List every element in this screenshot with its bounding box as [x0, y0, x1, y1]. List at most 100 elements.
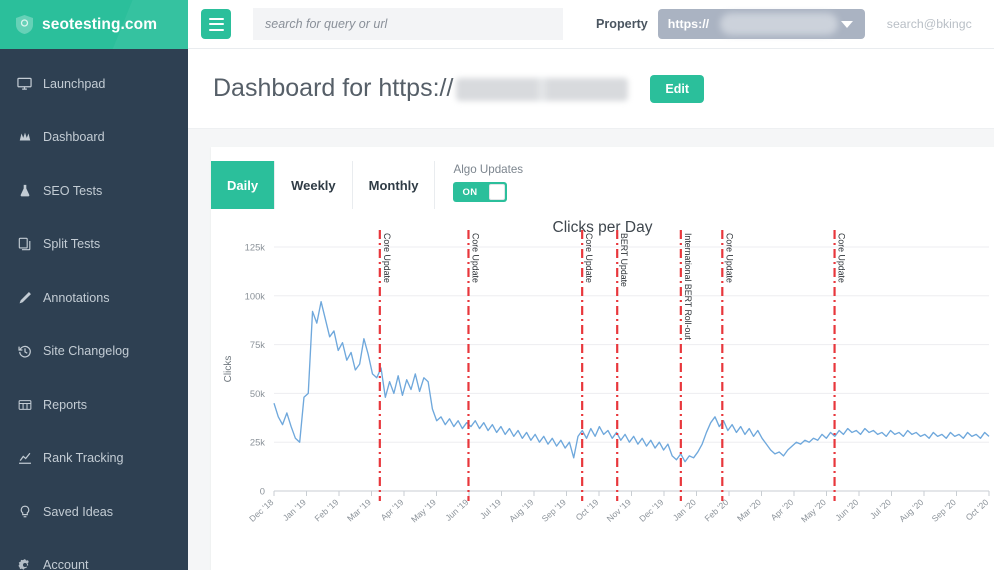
- svg-text:125k: 125k: [245, 242, 266, 253]
- pencil-icon: [17, 290, 32, 305]
- clicks-chart-card: Daily Weekly Monthly Algo Updates ON Cli…: [211, 147, 994, 570]
- svg-text:Core Update: Core Update: [584, 233, 594, 283]
- history-icon: [17, 344, 32, 359]
- svg-text:Jun '19: Jun '19: [443, 497, 470, 523]
- brand-name: seotesting.com: [42, 15, 158, 33]
- svg-text:May '20: May '20: [799, 497, 828, 525]
- sidebar-item-seo-tests[interactable]: SEO Tests: [0, 164, 188, 218]
- algo-updates-toggle[interactable]: ON: [453, 182, 508, 202]
- svg-text:Feb '20: Feb '20: [703, 497, 731, 524]
- svg-text:Aug '19: Aug '19: [507, 497, 535, 524]
- tab-monthly[interactable]: Monthly: [352, 161, 436, 209]
- sidebar-item-label: Dashboard: [43, 130, 105, 145]
- main-content: Daily Weekly Monthly Algo Updates ON Cli…: [188, 129, 994, 570]
- user-email[interactable]: search@bkingc: [887, 17, 972, 31]
- topbar: Property https:// search@bkingc: [188, 0, 994, 49]
- sidebar-item-label: SEO Tests: [43, 183, 103, 198]
- svg-text:Nov '19: Nov '19: [605, 497, 633, 524]
- sidebar-item-account[interactable]: Account: [0, 539, 188, 570]
- sidebar-item-label: Annotations: [43, 290, 110, 305]
- page-title-redacted-blur: [456, 77, 629, 101]
- sidebar-item-saved-ideas[interactable]: Saved Ideas: [0, 485, 188, 539]
- svg-text:May '19: May '19: [409, 497, 438, 525]
- page-header: Dashboard for https:// Edit: [188, 49, 994, 129]
- svg-text:Jul '19: Jul '19: [478, 497, 503, 521]
- app-root: seotesting.com Launchpad Dashboard SEO T…: [0, 0, 994, 570]
- svg-text:Aug '20: Aug '20: [897, 497, 925, 524]
- tab-daily[interactable]: Daily: [211, 161, 276, 209]
- svg-text:Core Update: Core Update: [724, 233, 734, 283]
- clicks-per-day-chart: 025k50k75k100k125kClicksDec '18 Jan '19 Fe…: [223, 230, 991, 525]
- edit-button[interactable]: Edit: [650, 74, 705, 103]
- sidebar-item-dashboard[interactable]: Dashboard: [0, 111, 188, 165]
- sidebar-item-launchpad[interactable]: Launchpad: [0, 57, 188, 111]
- sidebar-item-label: Site Changelog: [43, 344, 130, 359]
- sidebar-item-label: Reports: [43, 397, 88, 412]
- sidebar-item-rank-tracking[interactable]: Rank Tracking: [0, 432, 188, 486]
- sidebar-item-label: Rank Tracking: [43, 451, 124, 466]
- svg-text:Jan '20: Jan '20: [671, 497, 698, 523]
- svg-text:BERT Update: BERT Update: [619, 233, 629, 287]
- property-redacted-blur: [719, 13, 838, 35]
- copy-icon: [17, 237, 32, 252]
- svg-text:Sep '19: Sep '19: [540, 497, 568, 524]
- shield-icon: [16, 15, 33, 34]
- sidebar-item-label: Saved Ideas: [43, 504, 114, 519]
- lightbulb-icon: [17, 504, 32, 519]
- algo-updates-label: Algo Updates: [453, 163, 524, 176]
- svg-text:0: 0: [260, 486, 265, 497]
- monitor-icon: [17, 76, 32, 91]
- svg-text:Core Update: Core Update: [470, 233, 480, 283]
- table-icon: [17, 397, 32, 412]
- svg-text:Core Update: Core Update: [837, 233, 847, 283]
- property-value: https://: [667, 17, 710, 31]
- search-input[interactable]: [253, 8, 563, 40]
- toggle-knob: [489, 184, 506, 200]
- chart-line-icon: [17, 451, 32, 466]
- property-selector: Property https://: [596, 9, 865, 39]
- svg-text:50k: 50k: [250, 388, 265, 399]
- property-dropdown[interactable]: https://: [657, 9, 865, 39]
- svg-text:Oct '20: Oct '20: [964, 497, 991, 523]
- svg-text:Sep '20: Sep '20: [930, 497, 958, 524]
- svg-text:Mar '20: Mar '20: [735, 497, 763, 524]
- sidebar-item-label: Launchpad: [43, 76, 106, 91]
- svg-text:Jul '20: Jul '20: [868, 497, 893, 521]
- algo-updates-toggle-state: ON: [462, 186, 478, 198]
- sidebar: seotesting.com Launchpad Dashboard SEO T…: [0, 0, 188, 570]
- svg-text:Jun '20: Jun '20: [833, 497, 860, 523]
- chevron-down-icon: [840, 21, 853, 28]
- sidebar-item-reports[interactable]: Reports: [0, 378, 188, 432]
- chart-area: Clicks per Day 0 25k 50k 75k 100k 125k Clicks D…: [211, 209, 994, 570]
- algo-updates-control: Algo Updates ON: [453, 161, 523, 202]
- property-label: Property: [596, 17, 648, 31]
- tab-weekly[interactable]: Weekly: [275, 161, 353, 209]
- sidebar-nav: Launchpad Dashboard SEO Tests Split Test…: [0, 49, 188, 570]
- svg-text:Clicks: Clicks: [223, 356, 234, 383]
- svg-text:Dec '18: Dec '18: [247, 497, 275, 524]
- svg-text:Apr '19: Apr '19: [379, 497, 406, 523]
- svg-text:Oct '19: Oct '19: [574, 497, 601, 523]
- svg-text:Apr '20: Apr '20: [769, 497, 796, 523]
- svg-text:Feb '19: Feb '19: [313, 497, 341, 524]
- page-title: Dashboard for https://: [213, 74, 629, 103]
- sidebar-item-annotations[interactable]: Annotations: [0, 271, 188, 325]
- hamburger-icon[interactable]: [201, 9, 231, 39]
- flask-icon: [17, 183, 32, 198]
- svg-text:Jan '19: Jan '19: [281, 497, 308, 523]
- svg-text:Mar '19: Mar '19: [345, 497, 373, 524]
- sidebar-item-label: Account: [43, 558, 89, 570]
- svg-text:100k: 100k: [245, 290, 266, 301]
- svg-text:75k: 75k: [250, 339, 265, 350]
- svg-text:Core Update: Core Update: [382, 233, 392, 283]
- sidebar-item-site-changelog[interactable]: Site Changelog: [0, 325, 188, 379]
- svg-text:International BERT Roll-out: International BERT Roll-out: [683, 233, 693, 340]
- sidebar-item-label: Split Tests: [43, 237, 101, 252]
- brand-logo[interactable]: seotesting.com: [0, 0, 188, 49]
- search-wrapper: [253, 8, 563, 40]
- gear-icon: [17, 558, 32, 570]
- svg-text:Dec '19: Dec '19: [637, 497, 665, 524]
- page-title-text: Dashboard for https://: [213, 74, 454, 102]
- svg-text:25k: 25k: [250, 437, 265, 448]
- sidebar-item-split-tests[interactable]: Split Tests: [0, 218, 188, 272]
